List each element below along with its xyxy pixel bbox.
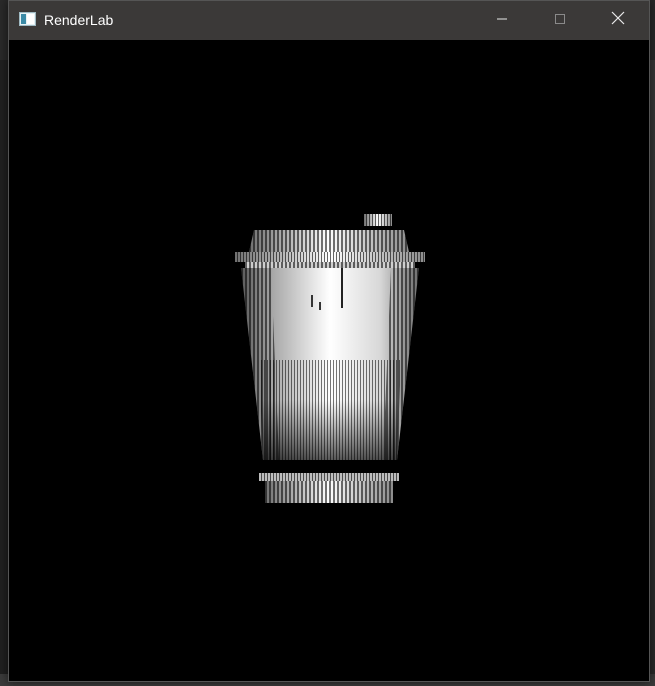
maximize-button[interactable]: [531, 1, 589, 40]
window-title: RenderLab: [44, 12, 114, 28]
close-button[interactable]: [589, 1, 647, 40]
close-icon: [611, 11, 625, 30]
app-window-icon: [19, 12, 36, 26]
render-viewport[interactable]: [9, 40, 649, 681]
maximize-icon: [554, 12, 566, 30]
title-bar[interactable]: RenderLab: [9, 1, 649, 40]
minimize-button[interactable]: [473, 1, 531, 40]
rendered-cup-model: [235, 214, 425, 503]
minimize-icon: [496, 12, 508, 30]
renderlab-window: RenderLab: [8, 0, 650, 682]
